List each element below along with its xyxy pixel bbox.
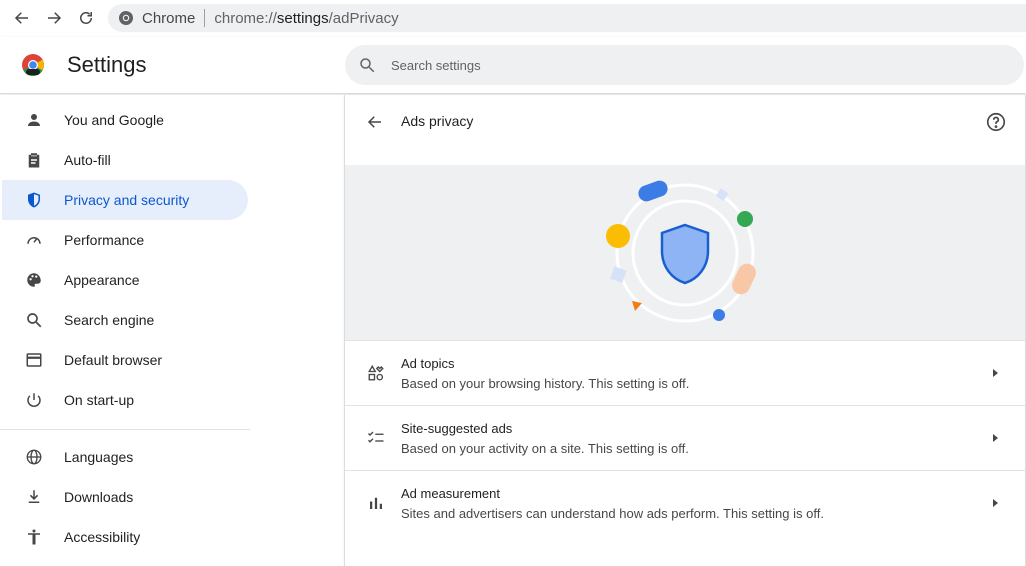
url-scheme: chrome:// xyxy=(214,9,277,27)
site-name: Chrome xyxy=(142,9,196,27)
back-arrow-icon xyxy=(367,116,381,128)
subpage-title: Ads privacy xyxy=(401,113,474,129)
sidebar-item-downloads[interactable]: Downloads xyxy=(2,477,248,517)
back-button[interactable] xyxy=(363,110,387,134)
page-title: Settings xyxy=(67,52,147,77)
browser-toolbar: Chrome chrome://settings/adPrivacy xyxy=(0,0,1026,37)
site-suggested-ads-row[interactable]: Site-suggested ads Based on your activit… xyxy=(345,405,1025,470)
sidebar-item-languages[interactable]: Languages xyxy=(2,437,248,477)
forward-arrow-icon[interactable] xyxy=(38,2,70,34)
browser-window-icon xyxy=(24,350,44,370)
sidebar-item-label: On start-up xyxy=(64,392,135,408)
bar-chart-icon xyxy=(370,497,382,509)
row-title: Ad topics xyxy=(401,356,455,371)
search-icon xyxy=(24,310,44,330)
settings-header: Settings Search settings xyxy=(0,37,1026,94)
sidebar-item-label: Privacy and security xyxy=(64,192,190,208)
sidebar-item-label: Languages xyxy=(64,449,134,465)
globe-icon xyxy=(24,447,44,467)
person-icon xyxy=(24,110,44,130)
sidebar-item-label: Search engine xyxy=(64,312,155,328)
sidebar-item-search-engine[interactable]: Search engine xyxy=(2,300,248,340)
sidebar-item-label: Appearance xyxy=(64,272,140,288)
row-title: Ad measurement xyxy=(401,486,500,501)
shield-icon xyxy=(24,190,44,210)
sidebar-item-label: Default browser xyxy=(64,352,163,368)
search-placeholder: Search settings xyxy=(391,57,481,73)
sidebar-item-accessibility[interactable]: Accessibility xyxy=(2,517,248,557)
row-subtitle: Sites and advertisers can understand how… xyxy=(401,506,824,521)
sidebar-item-you-and-google[interactable]: You and Google xyxy=(2,100,248,140)
sidebar-item-label: Downloads xyxy=(64,489,134,505)
power-icon xyxy=(24,390,44,410)
address-bar[interactable]: Chrome chrome://settings/adPrivacy xyxy=(108,4,1026,32)
main-panel: Ads privacy Ad topics Based on your brow… xyxy=(344,95,1026,566)
download-icon xyxy=(24,487,44,507)
sidebar-item-label: Accessibility xyxy=(64,529,141,545)
ad-topics-row[interactable]: Ad topics Based on your browsing history… xyxy=(345,340,1025,405)
help-icon[interactable] xyxy=(985,111,1007,133)
sidebar-item-privacy-and-security[interactable]: Privacy and security xyxy=(2,180,248,220)
shield-illustration xyxy=(606,180,756,323)
chrome-beta-logo-icon xyxy=(22,54,44,76)
back-arrow-icon[interactable] xyxy=(6,2,38,34)
sidebar-item-autofill[interactable]: Auto-fill xyxy=(2,140,248,180)
sidebar-item-performance[interactable]: Performance xyxy=(2,220,248,260)
row-subtitle: Based on your browsing history. This set… xyxy=(401,376,690,391)
sidebar: You and Google Auto-fill Privacy and sec… xyxy=(0,95,345,566)
palette-icon xyxy=(24,270,44,290)
sidebar-item-on-start-up[interactable]: On start-up xyxy=(2,380,248,420)
ad-measurement-row[interactable]: Ad measurement Sites and advertisers can… xyxy=(345,470,1025,535)
search-icon xyxy=(360,58,375,73)
sidebar-item-label: You and Google xyxy=(64,112,164,128)
speedometer-icon xyxy=(24,230,44,250)
sidebar-divider xyxy=(0,429,250,430)
chrome-icon xyxy=(119,11,133,25)
chevron-right-icon xyxy=(993,499,998,507)
checklist-icon xyxy=(368,431,384,443)
sidebar-item-default-browser[interactable]: Default browser xyxy=(2,340,248,380)
subpage-header: Ads privacy xyxy=(345,95,1025,165)
omnibox-divider xyxy=(204,9,206,27)
clipboard-icon xyxy=(24,150,44,170)
url-host: settings xyxy=(276,9,329,27)
search-input[interactable]: Search settings xyxy=(345,45,1024,85)
row-title: Site-suggested ads xyxy=(401,421,513,436)
ads-privacy-illustration xyxy=(345,165,1025,340)
chevron-right-icon xyxy=(993,369,998,377)
sidebar-item-label: Performance xyxy=(64,232,145,248)
chevron-right-icon xyxy=(993,434,998,442)
url-path: /adPrivacy xyxy=(328,9,399,27)
sidebar-item-appearance[interactable]: Appearance xyxy=(2,260,248,300)
topics-icon xyxy=(368,364,384,381)
sidebar-item-label: Auto-fill xyxy=(64,152,111,168)
accessibility-icon xyxy=(24,527,44,547)
row-subtitle: Based on your activity on a site. This s… xyxy=(401,441,689,456)
reload-icon[interactable] xyxy=(70,2,102,34)
